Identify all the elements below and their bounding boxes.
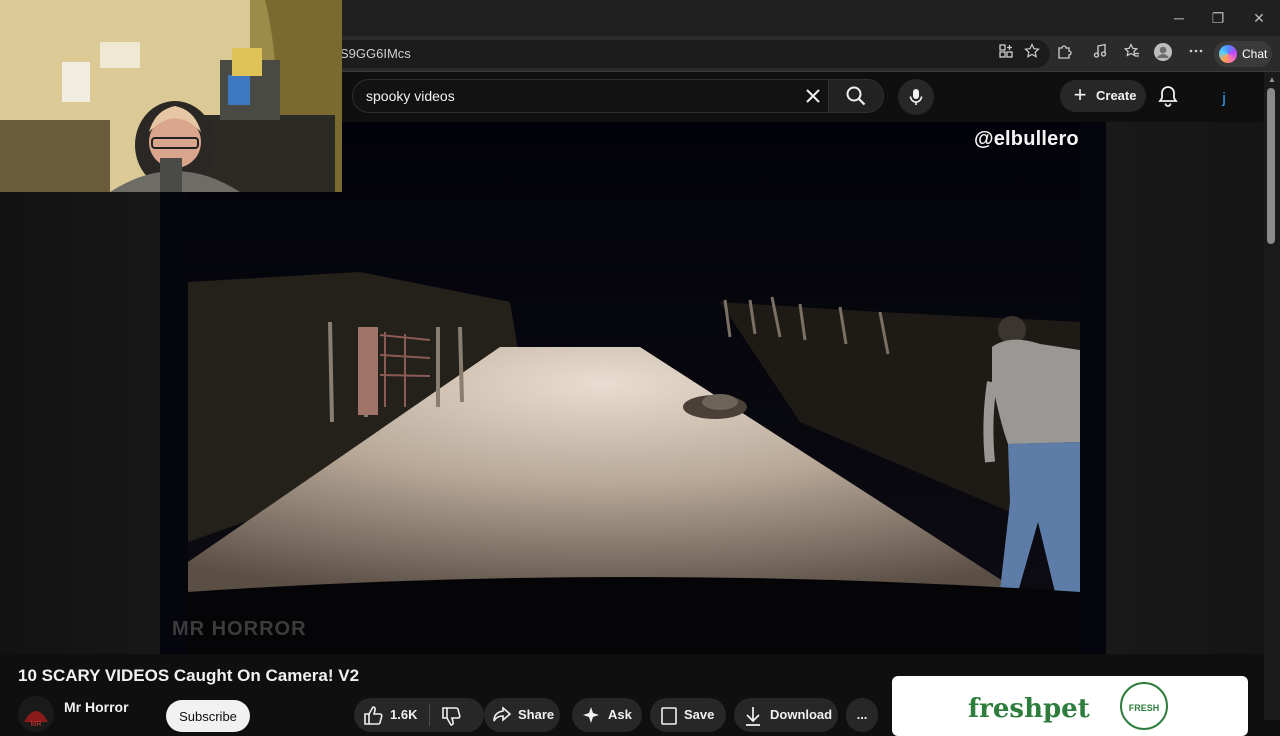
more-menu-icon[interactable] [1184, 42, 1208, 66]
close-window-button[interactable]: ✕ [1244, 6, 1274, 30]
thumbs-down-icon[interactable] [440, 706, 462, 728]
minimize-button[interactable]: ─ [1164, 6, 1194, 30]
extensions-icon[interactable] [1052, 42, 1076, 66]
download-arrow-icon [744, 705, 764, 727]
like-divider [429, 704, 430, 726]
thumbs-up-icon[interactable] [362, 704, 384, 726]
subscribe-button[interactable]: Subscribe [166, 700, 250, 732]
notifications-bell-icon[interactable] [1156, 84, 1184, 112]
favorite-star-icon[interactable] [1020, 42, 1044, 66]
app-available-icon[interactable] [994, 42, 1018, 66]
clear-search-icon[interactable] [800, 83, 826, 109]
voice-search-button[interactable] [898, 79, 934, 115]
svg-text:MR: MR [31, 721, 42, 728]
more-actions-button[interactable]: ... [846, 698, 878, 732]
favorites-icon[interactable] [1120, 42, 1144, 66]
microphone-icon [909, 89, 923, 105]
webcam-overlay [0, 0, 342, 192]
account-avatar[interactable]: j [1212, 86, 1236, 110]
video-scene-night-road [160, 122, 1106, 654]
restore-button[interactable]: ❐ [1203, 6, 1233, 30]
media-control-icon[interactable] [1088, 42, 1112, 66]
channel-watermark: MR HORROR [172, 618, 307, 640]
like-count[interactable]: 1.6K [390, 698, 417, 732]
profile-icon[interactable] [1151, 42, 1175, 66]
share-arrow-icon [492, 705, 514, 727]
save-bookmark-icon [660, 706, 680, 726]
video-title: 10 SCARY VIDEOS Caught On Camera! V2 [18, 666, 360, 685]
search-icon [846, 86, 866, 106]
plus-icon: + [1073, 82, 1087, 107]
scrollbar-thumb[interactable] [1267, 88, 1275, 244]
creator-watermark: @elbullero [974, 128, 1079, 150]
search-query-text[interactable]: spooky videos [366, 79, 455, 113]
copilot-icon [1219, 45, 1237, 63]
search-button[interactable] [828, 79, 884, 113]
channel-name[interactable]: Mr Horror [64, 699, 129, 715]
channel-avatar[interactable]: MR [18, 696, 54, 732]
sparkle-icon [582, 706, 602, 726]
scroll-up-arrow-icon[interactable]: ▲ [1265, 75, 1279, 85]
address-bar[interactable]: S9GG6IMcs [300, 40, 1050, 68]
ad-fresh-seal: FRESH [1120, 682, 1168, 730]
